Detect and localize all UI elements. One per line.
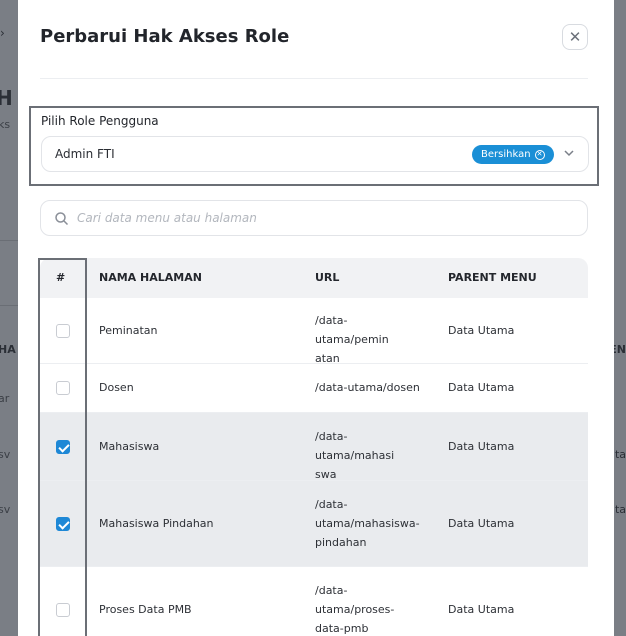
page-url: /data-utama/proses-data-pmb — [315, 584, 395, 635]
page-url: /data-utama/mahasiswa-pindahan — [315, 498, 420, 549]
parent-menu: Data Utama — [448, 381, 515, 394]
backdrop-row-fragment: ta — [614, 448, 626, 461]
close-button[interactable]: ✕ — [562, 24, 588, 50]
page-url: /data-utama/peminatan — [315, 314, 389, 365]
table-header: # NAMA HALAMAN URL PARENT MENU — [40, 258, 588, 298]
backdrop-row-fragment: sv — [0, 448, 11, 461]
role-label: Pilih Role Pengguna — [41, 114, 159, 128]
search-box — [40, 200, 588, 236]
parent-menu: Data Utama — [448, 324, 515, 337]
page-url: /data-utama/mahasiswa — [315, 430, 395, 481]
table-row: Dosen /data-utama/dosen Data Utama — [40, 364, 588, 413]
close-icon: ✕ — [568, 29, 582, 46]
header-check: # — [56, 271, 66, 284]
parent-menu: Data Utama — [448, 517, 515, 530]
role-selected-value: Admin FTI — [55, 147, 115, 161]
backdrop-divider — [0, 305, 18, 306]
page-name: Dosen — [99, 381, 134, 394]
table-row: Mahasiswa Pindahan /data-utama/mahasiswa… — [40, 481, 588, 567]
page-url: /data-utama/dosen — [315, 381, 420, 394]
backdrop-table-header-fragment: HA — [0, 343, 16, 356]
modal-header: Perbarui Hak Akses Role ✕ — [40, 24, 588, 66]
clear-label: Bersihkan — [481, 149, 531, 160]
row-checkbox[interactable] — [56, 517, 70, 531]
row-checkbox[interactable] — [56, 381, 70, 395]
row-checkbox[interactable] — [56, 603, 70, 617]
search-icon — [55, 212, 69, 226]
backdrop-subtitle-fragment: ks — [0, 118, 11, 131]
header-parent: PARENT MENU — [448, 271, 537, 284]
row-checkbox[interactable] — [56, 324, 70, 338]
clear-circle-icon: ✕ — [534, 149, 545, 160]
modal-title: Perbarui Hak Akses Role — [40, 26, 290, 47]
backdrop-row-fragment: sv — [0, 503, 11, 516]
clear-role-button[interactable]: Bersihkan ✕ — [472, 145, 554, 164]
row-checkbox[interactable] — [56, 440, 70, 454]
header-url: URL — [315, 271, 340, 284]
page-name: Mahasiswa — [99, 440, 160, 453]
backdrop-row-fragment: ta — [614, 503, 626, 516]
table-row: Peminatan /data-utama/peminatan Data Uta… — [40, 298, 588, 365]
backdrop-divider — [0, 240, 18, 241]
table-row: Proses Data PMB /data-utama/proses-data-… — [40, 567, 588, 636]
backdrop-chevron-icon: › — [0, 26, 5, 40]
header-divider — [40, 78, 588, 79]
backdrop-row-fragment: ar — [0, 392, 10, 405]
parent-menu: Data Utama — [448, 603, 515, 616]
parent-menu: Data Utama — [448, 440, 515, 453]
role-selector-section: Pilih Role Pengguna Admin FTI Bersihkan … — [29, 106, 599, 186]
page-name: Peminatan — [99, 324, 158, 337]
access-table: # NAMA HALAMAN URL PARENT MENU Peminatan… — [40, 258, 588, 636]
search-input[interactable] — [77, 202, 567, 234]
table-row: Mahasiswa /data-utama/mahasiswa Data Uta… — [40, 413, 588, 481]
chevron-down-icon[interactable] — [562, 146, 576, 160]
header-name: NAMA HALAMAN — [99, 271, 202, 284]
backdrop-heading-fragment: H — [0, 86, 13, 110]
role-select[interactable]: Admin FTI Bersihkan ✕ — [41, 136, 589, 172]
page-name: Proses Data PMB — [99, 603, 192, 616]
update-role-access-modal: Perbarui Hak Akses Role ✕ Pilih Role Pen… — [18, 0, 614, 636]
page-name: Mahasiswa Pindahan — [99, 517, 214, 530]
